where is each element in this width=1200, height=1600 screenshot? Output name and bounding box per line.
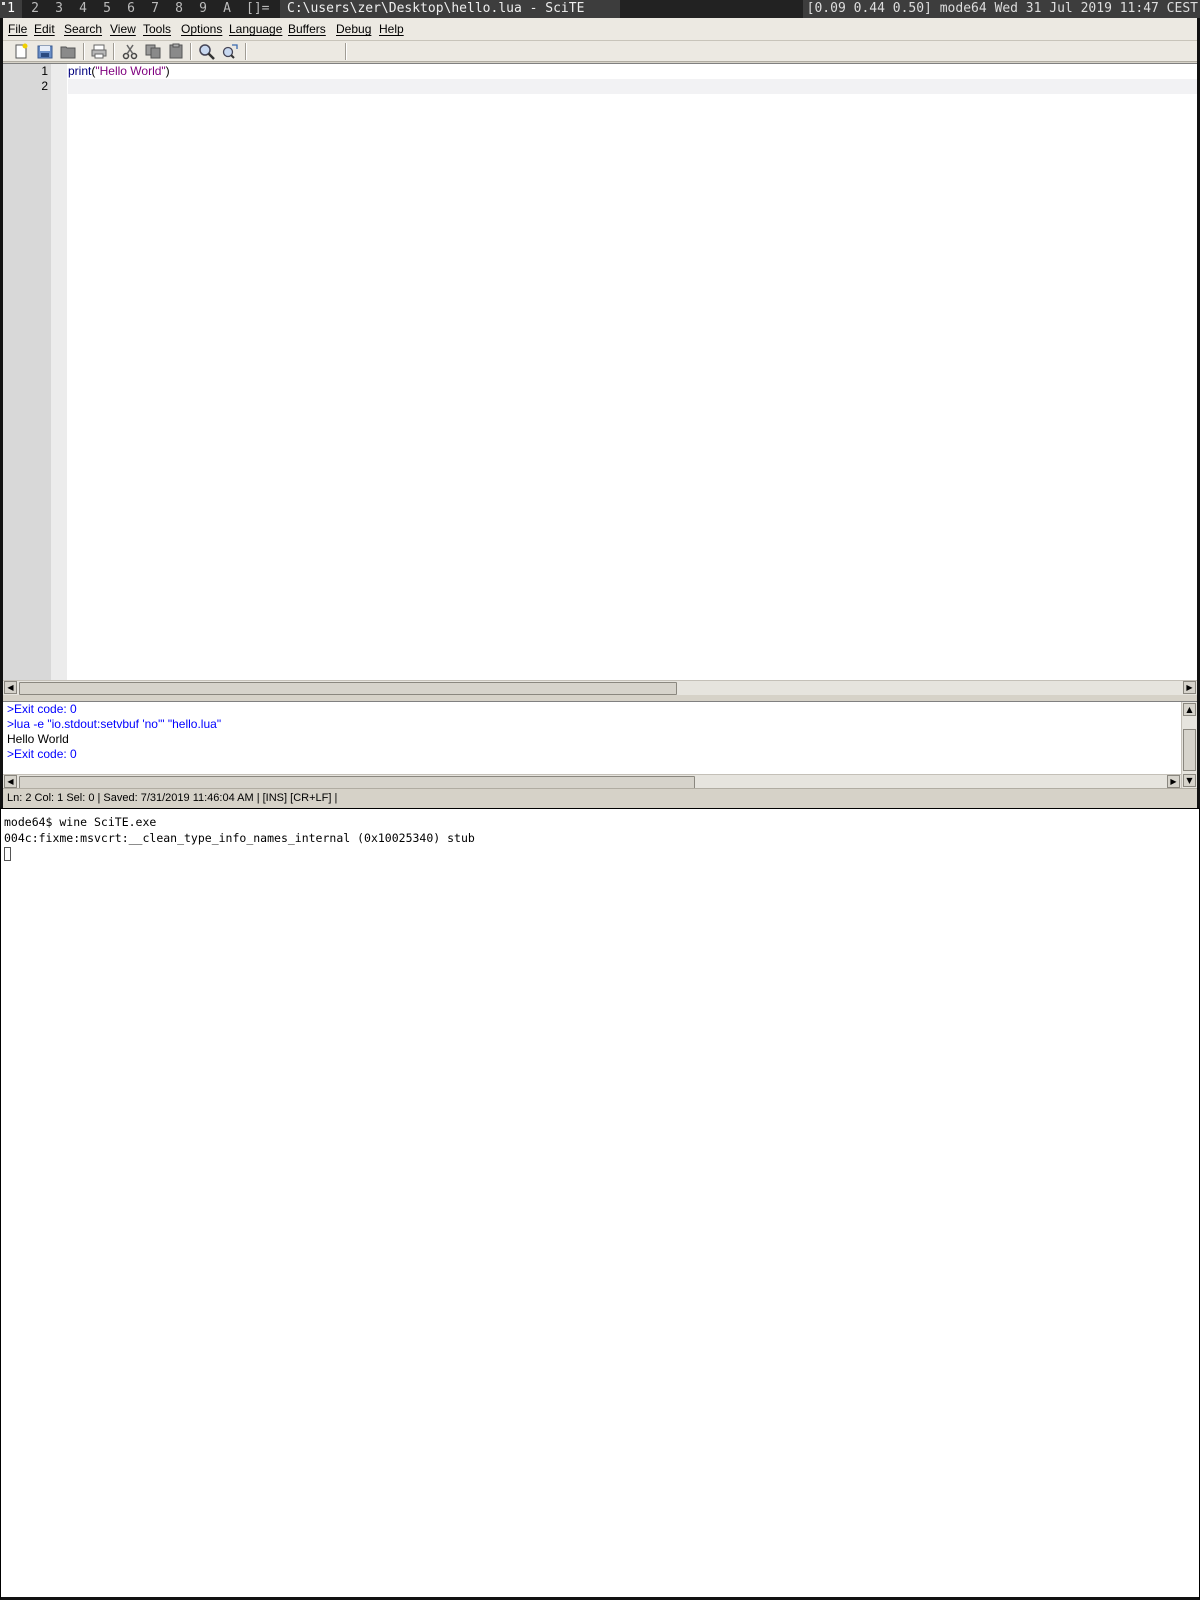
code-operator: ): [165, 64, 170, 78]
scroll-left-arrow-icon[interactable]: ◀: [4, 681, 17, 694]
scroll-right-arrow-icon[interactable]: ▶: [1183, 681, 1196, 694]
line-number: 2: [41, 79, 48, 93]
editor-horizontal-scrollbar[interactable]: ◀ ▶: [3, 680, 1197, 695]
workspace-tag-1[interactable]: 1: [0, 0, 22, 18]
new-file-icon[interactable]: [12, 43, 30, 60]
layout-indicator[interactable]: []=: [246, 0, 269, 18]
line-number: 1: [41, 64, 48, 78]
menu-file[interactable]: File: [8, 22, 27, 36]
line-number-margin: 1 2: [3, 64, 51, 681]
caret-line[interactable]: [68, 79, 1197, 94]
copy-icon[interactable]: [144, 43, 162, 60]
open-file-icon[interactable]: [36, 43, 54, 60]
output-horizontal-scrollbar[interactable]: ◀ ▶: [3, 774, 1181, 789]
scroll-right-arrow-icon[interactable]: ▶: [1167, 775, 1180, 788]
output-vertical-scrollbar[interactable]: ▲ ▼: [1181, 702, 1197, 789]
paste-icon[interactable]: [167, 43, 185, 60]
code-area[interactable]: print("Hello World"): [67, 64, 1197, 681]
code-identifier: print: [68, 64, 92, 78]
workspace-tag-6[interactable]: 6: [120, 0, 142, 18]
terminal-line: mode64$ wine SciTE.exe: [4, 815, 157, 829]
terminal-window[interactable]: mode64$ wine SciTE.exe 004c:fixme:msvcrt…: [0, 808, 1200, 1600]
menu-tools[interactable]: Tools: [143, 22, 171, 36]
output-pane[interactable]: >Exit code: 0 >lua -e "io.stdout:setvbuf…: [3, 702, 1197, 789]
workspace-tag-a[interactable]: A: [216, 0, 238, 18]
menu-options[interactable]: Options: [181, 22, 222, 36]
focused-window-title: C:\users\zer\Desktop\hello.lua - SciTE: [280, 0, 620, 18]
toolbar-separator: [83, 43, 85, 60]
workspace-tag-2[interactable]: 2: [24, 0, 46, 18]
terminal-line: 004c:fixme:msvcrt:__clean_type_info_name…: [4, 831, 475, 845]
scrollbar-thumb[interactable]: [19, 682, 677, 695]
save-file-icon[interactable]: [59, 43, 77, 60]
scrollbar-thumb[interactable]: [1183, 729, 1196, 771]
menu-debug[interactable]: Debug: [336, 22, 371, 36]
workspace-tag-9[interactable]: 9: [192, 0, 214, 18]
output-line: >Exit code: 0: [7, 747, 77, 761]
terminal-cursor: [4, 847, 11, 861]
scite-window: File Edit Search View Tools Options Lang…: [0, 18, 1200, 808]
toolbar-separator: [345, 43, 347, 60]
editor-pane[interactable]: 1 2 print("Hello World"): [3, 63, 1197, 681]
workspace-tag-3[interactable]: 3: [48, 0, 70, 18]
scroll-left-arrow-icon[interactable]: ◀: [4, 775, 17, 788]
menu-edit[interactable]: Edit: [34, 22, 55, 36]
output-line: >lua -e "io.stdout:setvbuf 'no'" "hello.…: [7, 717, 222, 731]
output-line: Hello World: [7, 732, 69, 746]
scroll-up-arrow-icon[interactable]: ▲: [1183, 703, 1196, 716]
scroll-down-arrow-icon[interactable]: ▼: [1183, 774, 1196, 787]
menu-search[interactable]: Search: [64, 22, 102, 36]
code-string: "Hello World": [95, 64, 166, 78]
replace-icon[interactable]: [221, 43, 239, 60]
workspace-tag-5[interactable]: 5: [96, 0, 118, 18]
toolbar: [3, 40, 1197, 62]
toolbar-separator: [113, 43, 115, 60]
system-status: [0.09 0.44 0.50] mode64 Wed 31 Jul 2019 …: [802, 0, 1200, 18]
find-icon[interactable]: [198, 43, 216, 60]
menu-bar: File Edit Search View Tools Options Lang…: [3, 18, 1197, 40]
code-line[interactable]: print("Hello World"): [68, 64, 1197, 79]
toolbar-separator: [245, 43, 247, 60]
workspace-tag-4[interactable]: 4: [72, 0, 94, 18]
menu-help[interactable]: Help: [379, 22, 404, 36]
workspace-tag-8[interactable]: 8: [168, 0, 190, 18]
print-icon[interactable]: [90, 43, 108, 60]
workspace-tag-7[interactable]: 7: [144, 0, 166, 18]
fold-margin[interactable]: [51, 64, 67, 681]
occupied-indicator-icon: [2, 2, 5, 5]
menu-view[interactable]: View: [110, 22, 136, 36]
window-manager-bar: 1 2 3 4 5 6 7 8 9 A []= C:\users\zer\Des…: [0, 0, 1200, 18]
output-line: >Exit code: 0: [7, 702, 77, 716]
menu-buffers[interactable]: Buffers: [288, 22, 326, 36]
status-bar[interactable]: Ln: 2 Col: 1 Sel: 0 | Saved: 7/31/2019 1…: [3, 788, 1197, 808]
toolbar-separator: [190, 43, 192, 60]
menu-language[interactable]: Language: [229, 22, 282, 36]
cut-icon[interactable]: [121, 43, 139, 60]
